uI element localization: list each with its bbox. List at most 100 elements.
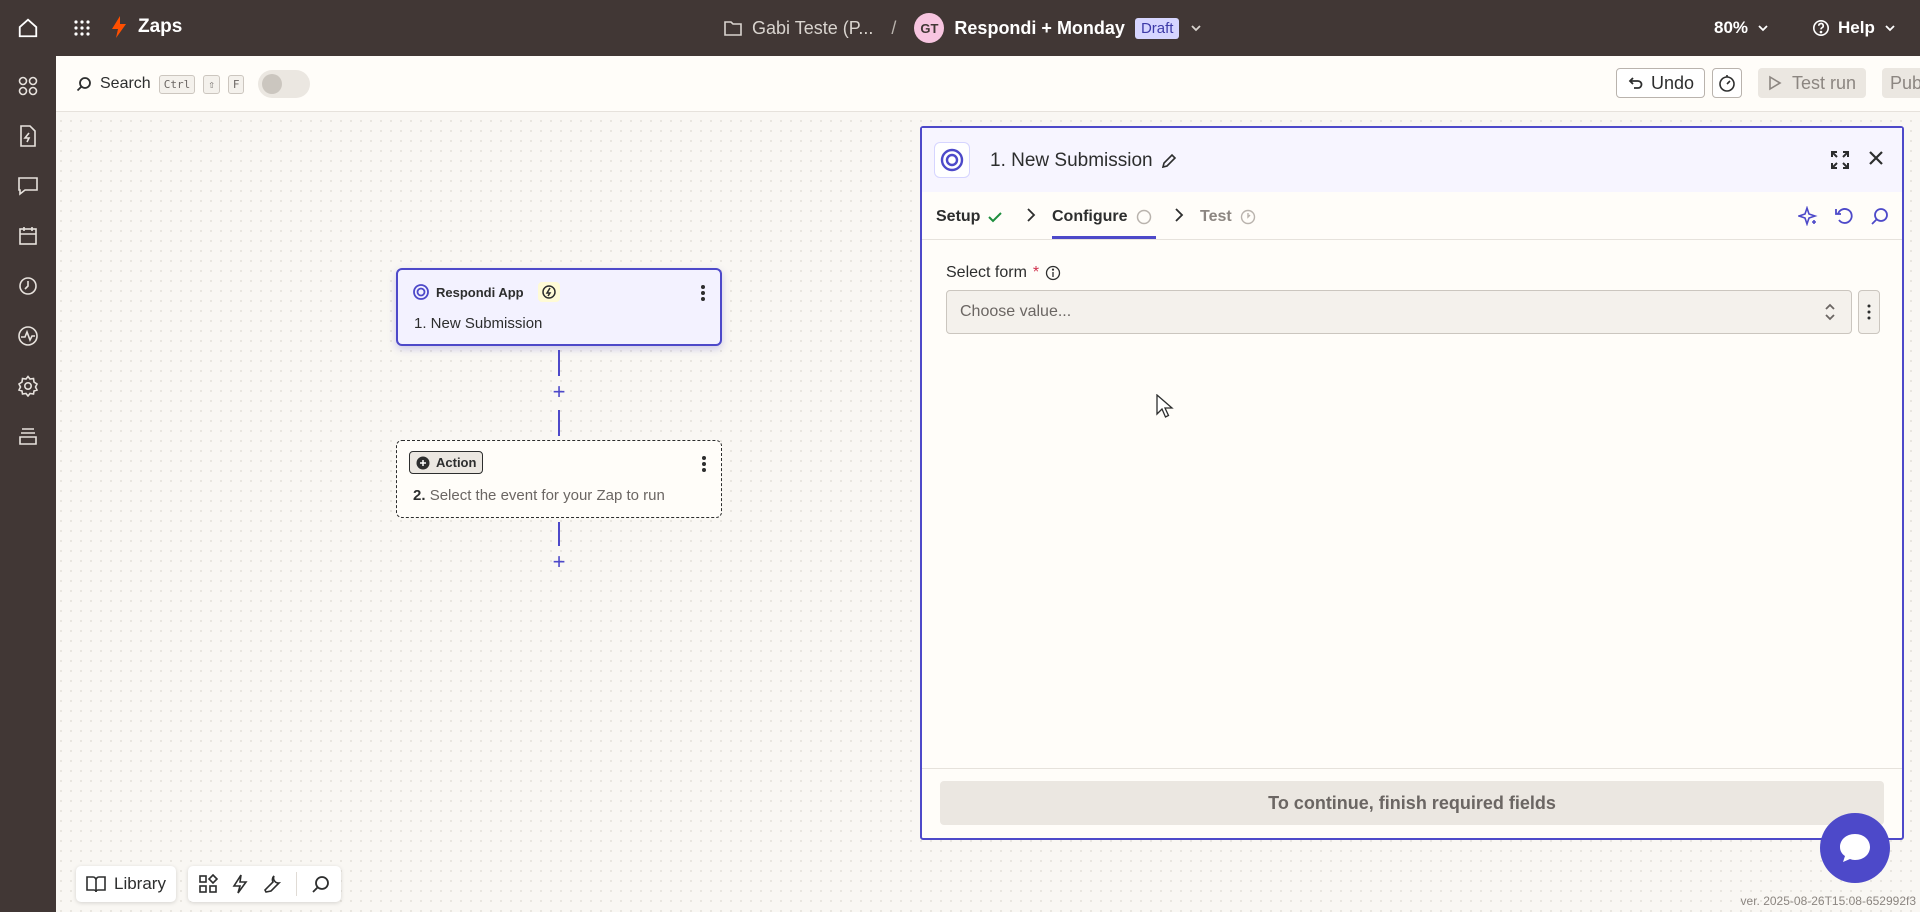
respondi-logo-icon [413, 284, 429, 300]
panel-header: 1. New Submission [922, 128, 1902, 192]
chevron-right-icon [1174, 208, 1184, 227]
library-label: Library [114, 874, 166, 893]
check-icon [988, 212, 1003, 223]
search-toggle[interactable] [258, 70, 311, 98]
history-icon[interactable] [16, 274, 40, 298]
field-options-kebab-icon[interactable] [1858, 290, 1880, 334]
folder-icon [724, 21, 742, 36]
chevron-right-icon [1026, 208, 1036, 227]
app-grid-icon[interactable] [68, 14, 96, 42]
play-icon [1769, 75, 1782, 91]
respondi-logo-icon [934, 142, 970, 178]
action-step-number: 2. [413, 487, 426, 504]
breadcrumb: Gabi Teste (P... / GT Respondi + Monday … [724, 13, 1203, 43]
product-name: Zaps [138, 16, 183, 37]
select-form-label: Select form * [946, 264, 1061, 282]
pencil-icon[interactable] [1161, 153, 1177, 169]
expand-icon[interactable] [1830, 150, 1850, 175]
action-step-card[interactable]: Action 2. Select the event for your Zap … [396, 440, 722, 518]
action-icon [416, 456, 430, 469]
action-chip-label: Action [436, 455, 477, 470]
chevron-down-icon[interactable] [1189, 21, 1203, 35]
status-badge: Draft [1134, 17, 1180, 39]
action-step-text: Select the event for your Zap to run [429, 487, 665, 504]
canvas-search[interactable]: Search Ctrl ⇧ F [76, 70, 311, 98]
tab-test-label: Test [1200, 208, 1232, 225]
apps-icon[interactable] [16, 74, 40, 98]
bolt-icon[interactable] [232, 874, 248, 894]
refresh-icon[interactable] [1834, 206, 1854, 226]
tab-configure[interactable]: Configure [1052, 208, 1152, 226]
active-tab-indicator [1052, 236, 1156, 239]
zap-file-icon[interactable] [16, 124, 40, 148]
kebab-menu-icon[interactable] [701, 455, 707, 476]
close-icon[interactable] [1868, 150, 1884, 170]
add-step-plus-icon[interactable]: + [550, 551, 568, 573]
widgets-icon[interactable] [198, 874, 218, 894]
step-tabs: Setup Configure Test [922, 192, 1902, 240]
chat-bubble-icon [1840, 834, 1870, 862]
wrench-icon[interactable] [262, 874, 282, 894]
select-placeholder: Choose value... [960, 303, 1072, 320]
version-label: ver. 2025-08-26T15:08-652992f3 [1740, 894, 1916, 908]
help-menu[interactable]: Help [1812, 18, 1897, 38]
add-step-plus-icon[interactable]: + [550, 381, 568, 403]
settings-icon[interactable] [16, 374, 40, 398]
tab-test[interactable]: Test [1200, 208, 1256, 226]
connector-line [558, 410, 560, 436]
home-icon[interactable] [10, 10, 46, 46]
ai-sparkle-icon[interactable] [1798, 206, 1818, 226]
search-icon [76, 77, 91, 92]
required-marker: * [1032, 264, 1040, 281]
panel-tools [1798, 206, 1890, 226]
tab-setup[interactable]: Setup [936, 208, 1003, 226]
help-label: Help [1838, 18, 1875, 37]
help-icon [1812, 19, 1830, 37]
top-bar: Zaps Gabi Teste (P... / GT Respondi + Mo… [0, 0, 1920, 56]
timer-button[interactable] [1712, 68, 1742, 98]
zoom-value: 80% [1714, 18, 1749, 37]
zaps-link[interactable]: Zaps [110, 16, 182, 38]
step-title: 1. New Submission [990, 150, 1153, 171]
tab-configure-label: Configure [1052, 208, 1128, 225]
trigger-app-name: Respondi App [436, 284, 524, 300]
field-label-text: Select form [946, 264, 1027, 281]
test-run-button[interactable]: Test run [1758, 68, 1867, 98]
panel-title[interactable]: 1. New Submission [990, 150, 1177, 172]
instant-trigger-icon [537, 282, 560, 302]
publish-button[interactable]: Publish [1882, 68, 1920, 98]
toolbar-divider [296, 872, 297, 896]
trigger-app: Respondi App [412, 282, 560, 302]
activity-icon[interactable] [16, 324, 40, 348]
info-icon[interactable] [1045, 265, 1061, 281]
left-sidebar: ✦ [0, 56, 56, 912]
trigger-step-card[interactable]: Respondi App 1. New Submission [396, 268, 722, 346]
connector-line [558, 522, 560, 546]
avatar: GT [914, 13, 945, 43]
book-icon [86, 876, 106, 893]
action-chip: Action [409, 451, 484, 474]
chevron-down-icon [1885, 25, 1895, 32]
incomplete-circle-icon [1136, 209, 1151, 225]
breadcrumb-separator: / [891, 17, 897, 38]
panel-footer: To continue, finish required fields [922, 768, 1902, 838]
search-icon[interactable] [311, 874, 331, 894]
calendar-icon[interactable] [16, 224, 40, 248]
test-run-label: Test run [1792, 72, 1857, 93]
zap-name[interactable]: Respondi + Monday [954, 18, 1125, 39]
kebab-menu-icon[interactable] [700, 284, 706, 305]
folder-name[interactable]: Gabi Teste (P... [752, 18, 873, 39]
tab-setup-label: Setup [936, 208, 981, 225]
chat-support-button[interactable] [1820, 813, 1890, 883]
library-button[interactable]: Library [76, 866, 176, 902]
undo-button[interactable]: Undo [1616, 68, 1706, 98]
select-form-dropdown[interactable]: Choose value... [946, 290, 1852, 334]
mouse-cursor-icon [1156, 393, 1174, 425]
chevron-down-icon [1758, 25, 1768, 32]
chat-icon[interactable] [16, 174, 40, 198]
connector-line [558, 350, 560, 376]
layers-icon[interactable] [16, 424, 40, 448]
search-icon[interactable] [1870, 206, 1890, 226]
zoom-dropdown[interactable]: 80% [1714, 18, 1770, 38]
continue-button[interactable]: To continue, finish required fields [940, 781, 1884, 825]
